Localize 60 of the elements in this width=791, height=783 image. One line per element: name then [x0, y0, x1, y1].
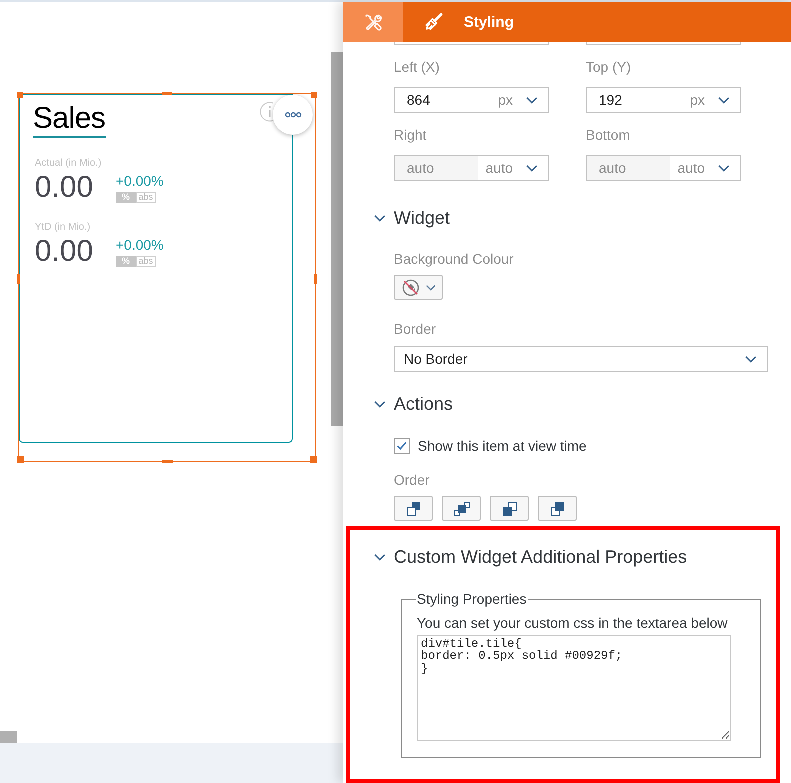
stacked-squares-icon — [404, 500, 422, 516]
order-button[interactable] — [538, 496, 577, 521]
kpi-delta: +0.00% — [116, 237, 164, 253]
resize-handle[interactable] — [311, 92, 317, 98]
field-label: Top (Y) — [586, 58, 632, 76]
chevron-down-icon — [426, 284, 436, 290]
stacked-squares-icon — [500, 500, 518, 516]
field-label: Border — [394, 320, 438, 338]
kpi-value: 0.00 — [35, 173, 94, 203]
no-colour-icon — [402, 278, 420, 296]
stacked-squares-icon — [452, 500, 470, 516]
order-button[interactable] — [442, 496, 481, 521]
more-icon — [284, 112, 302, 118]
kpi-label: Actual (in Mio.) — [35, 158, 103, 170]
scrollbar[interactable] — [331, 52, 343, 426]
section-header[interactable]: Custom Widget Additional Properties — [374, 545, 688, 569]
widget-title: Sales — [33, 104, 106, 138]
tools-icon — [364, 12, 382, 32]
border-dropdown[interactable]: No Border — [394, 346, 768, 372]
hint-text: You can set your custom css in the textarea below — [417, 614, 729, 632]
kpi-label: YtD (in Mio.) — [35, 222, 92, 234]
field-label: Right — [394, 126, 428, 144]
scrollbar[interactable] — [0, 731, 17, 743]
mode-toggle[interactable]: abs — [136, 256, 156, 267]
resize-handle[interactable] — [17, 92, 23, 98]
resize-handle[interactable] — [17, 456, 24, 463]
input-field[interactable] — [394, 42, 549, 45]
resize-handle[interactable] — [310, 456, 317, 463]
info-icon[interactable] — [260, 102, 273, 122]
css-textarea[interactable]: div#tile.tile{ border: 0.5px solid #00929f; } — [417, 635, 731, 741]
resize-handle[interactable] — [314, 274, 317, 284]
order-button[interactable] — [394, 496, 433, 521]
mode-toggle[interactable]: % — [116, 192, 136, 203]
kpi-value: 0.00 — [35, 237, 94, 267]
resize-handle[interactable] — [162, 460, 173, 463]
input-field[interactable] — [586, 42, 741, 45]
field-label: Left (X) — [394, 58, 441, 76]
paint-brush-icon — [424, 12, 444, 32]
mode-toggle[interactable]: abs — [136, 192, 156, 203]
section-header[interactable]: Actions — [374, 392, 454, 416]
colour-picker-button[interactable] — [394, 275, 443, 300]
resize-handle[interactable] — [17, 274, 20, 284]
checkbox-label[interactable]: Show this item at view time — [418, 437, 587, 455]
mode-toggle[interactable]: % — [116, 256, 136, 267]
stacked-squares-icon — [548, 500, 566, 516]
field-label: Order — [394, 471, 431, 489]
chevron-down-icon — [374, 400, 386, 408]
field-label: Background Colour — [394, 250, 515, 268]
order-button[interactable] — [490, 496, 529, 521]
group-legend: Styling Properties — [416, 590, 528, 608]
kpi-delta: +0.00% — [116, 173, 164, 189]
resize-handle[interactable] — [162, 92, 172, 95]
checkbox[interactable] — [394, 438, 410, 454]
chevron-down-icon — [374, 214, 386, 222]
section-header[interactable]: Widget — [374, 206, 450, 230]
field-label: Bottom — [586, 126, 632, 144]
chevron-down-icon — [745, 356, 757, 362]
chevron-down-icon — [374, 554, 386, 560]
panel-tab[interactable]: Styling — [403, 2, 528, 42]
panel-tab[interactable] — [343, 2, 403, 42]
